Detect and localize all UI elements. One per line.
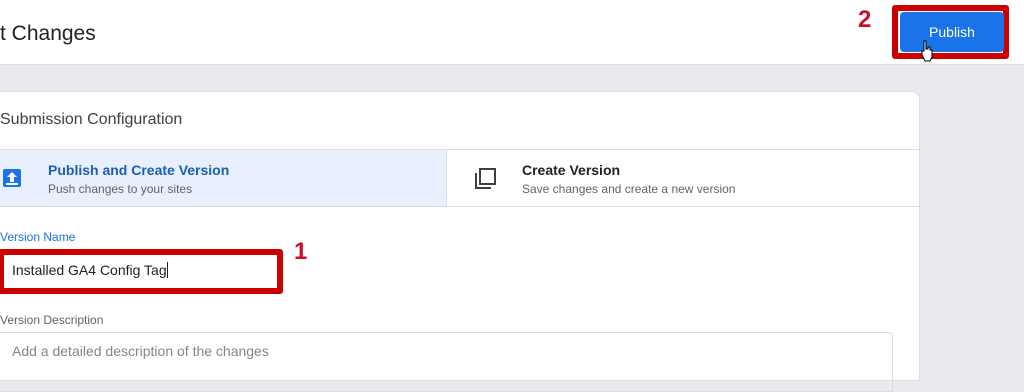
option-title: Publish and Create Version [48, 162, 230, 178]
panel-title: Submission Configuration [0, 111, 183, 128]
option-publish-and-create-version[interactable]: Publish and Create Version Push changes … [0, 149, 446, 207]
annotation-step-1: 1 [294, 238, 308, 265]
copy-version-icon [475, 168, 496, 189]
page-title: t Changes [0, 22, 96, 45]
version-description-input[interactable]: Add a detailed description of the change… [0, 332, 893, 392]
publish-button-label: Publish [929, 24, 975, 40]
version-name-label: Version Name [0, 230, 76, 244]
option-subtitle: Push changes to your sites [48, 182, 193, 196]
option-subtitle: Save changes and create a new version [522, 182, 736, 196]
version-description-label: Version Description [0, 313, 104, 327]
page-header: t Changes 2 Publish [0, 0, 1024, 65]
hand-cursor-icon [921, 40, 933, 62]
option-create-version[interactable]: Create Version Save changes and create a… [446, 149, 919, 207]
submission-configuration-panel: Submission Configuration Publish and Cre… [0, 91, 920, 392]
version-description-placeholder: Add a detailed description of the change… [12, 343, 269, 359]
annotation-step-2: 2 [858, 6, 872, 33]
option-title: Create Version [522, 162, 621, 178]
annotation-highlight-version-name [0, 249, 283, 294]
publish-upload-icon [3, 169, 21, 187]
publish-button[interactable]: Publish [900, 12, 1004, 52]
